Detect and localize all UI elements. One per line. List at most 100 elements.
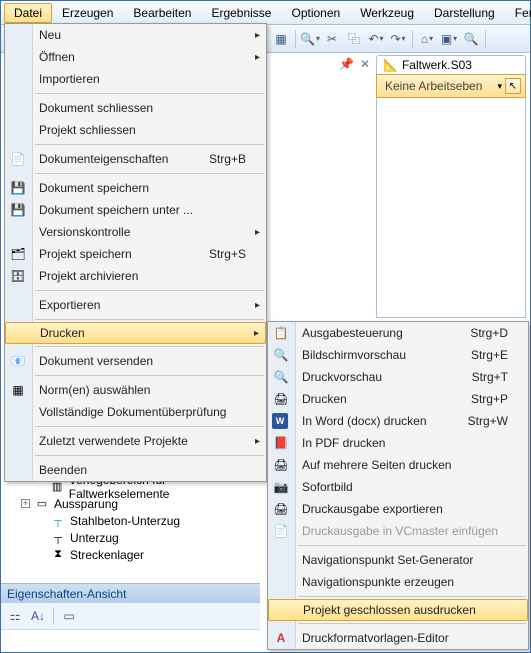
menu-optionen[interactable]: Optionen: [281, 3, 350, 23]
output-control-icon: 📋: [272, 324, 290, 342]
tree-label: Stahlbeton-Unterzug: [70, 514, 180, 528]
submenu-druckausgabe-exportieren[interactable]: 🖨 Druckausgabe exportieren: [268, 498, 528, 520]
menu-datei[interactable]: Datei: [4, 3, 52, 23]
properties-icon: 📄: [9, 150, 27, 168]
menu-item-oeffnen[interactable]: Öffnen▸: [5, 46, 266, 68]
submenu-in-word-drucken[interactable]: W In Word (docx) drucken Strg+W: [268, 410, 528, 432]
snapshot-icon: 📷: [272, 478, 290, 496]
menu-darstellung[interactable]: Darstellung: [424, 3, 505, 23]
toolbar-copy-icon[interactable]: ⿻: [344, 29, 364, 49]
submenu-arrow-icon: ▸: [255, 52, 260, 63]
pdf-icon: 📕: [272, 434, 290, 452]
menu-item-drucken[interactable]: Drucken▸: [5, 322, 266, 344]
props-page-icon[interactable]: ▭: [59, 606, 79, 626]
line-support-icon: ⧗: [50, 549, 66, 561]
menu-item-vollstaendige-dok[interactable]: Vollständige Dokumentüberprüfung: [5, 401, 266, 423]
toolbar-search-icon[interactable]: 🔍: [461, 29, 481, 49]
menu-fenster[interactable]: Fenster: [505, 3, 531, 23]
multi-page-icon: 🖨: [272, 456, 290, 474]
submenu-projekt-geschlossen-ausdrucken[interactable]: Projekt geschlossen ausdrucken: [268, 599, 528, 621]
opening-icon: ▭: [34, 498, 50, 510]
send-icon: 📧: [9, 352, 27, 370]
document-tab[interactable]: 📐 Faltwerk.S03: [376, 55, 526, 75]
menu-item-dokument-speichern-unter[interactable]: 💾 Dokument speichern unter ...: [5, 199, 266, 221]
document-canvas[interactable]: [376, 98, 526, 318]
tree-label: Aussparung: [54, 497, 118, 511]
tree-expand-icon[interactable]: +: [21, 499, 30, 508]
toolbar-grid-icon[interactable]: ▦: [271, 29, 291, 49]
toolbar-undo-icon[interactable]: ↶: [366, 29, 386, 49]
screen-preview-icon: 🔍: [272, 346, 290, 364]
submenu-navigationspunkt-set[interactable]: Navigationspunkt Set-Generator: [268, 549, 528, 571]
save-as-icon: 💾: [9, 201, 27, 219]
word-icon: W: [272, 413, 288, 429]
properties-body: [1, 629, 260, 652]
properties-panel-title: Eigenschaften-Ansicht: [1, 583, 260, 605]
submenu-ausgabesteuerung[interactable]: 📋 Ausgabesteuerung Strg+D: [268, 322, 528, 344]
menu-item-projekt-schliessen[interactable]: Projekt schliessen: [5, 119, 266, 141]
print-preview-icon: 🔍: [272, 368, 290, 386]
save-icon: 💾: [9, 179, 27, 197]
toolbar-redo-icon[interactable]: ↷: [388, 29, 408, 49]
submenu-arrow-icon: ▸: [255, 227, 260, 238]
props-categorize-icon[interactable]: ⚏: [5, 606, 25, 626]
panel-controls: 📌 ✕: [339, 57, 370, 71]
toolbar-view-icon[interactable]: ▣: [439, 29, 459, 49]
menu-item-dokument-speichern[interactable]: 💾 Dokument speichern: [5, 177, 266, 199]
tree-label: Unterzug: [70, 531, 119, 545]
submenu-navigationspunkte-erzeugen[interactable]: Navigationspunkte erzeugen: [268, 571, 528, 593]
tree-row[interactable]: ⧗ Streckenlager: [5, 546, 261, 563]
norm-icon: ▦: [9, 381, 27, 399]
menu-item-dokument-schliessen[interactable]: Dokument schliessen: [5, 97, 266, 119]
vcmaster-icon: 📄: [272, 522, 290, 540]
submenu-sofortbild[interactable]: 📷 Sofortbild: [268, 476, 528, 498]
menu-item-versionskontrolle[interactable]: Versionskontrolle▸: [5, 221, 266, 243]
tree-row[interactable]: ┬ Stahlbeton-Unterzug: [5, 512, 261, 529]
submenu-in-pdf-drucken[interactable]: 📕 In PDF drucken: [268, 432, 528, 454]
toolbar-home-icon[interactable]: ⌂: [417, 29, 437, 49]
menu-item-zuletzt-verwendete[interactable]: Zuletzt verwendete Projekte▸: [5, 430, 266, 452]
submenu-arrow-icon: ▸: [255, 30, 260, 41]
menu-erzeugen[interactable]: Erzeugen: [52, 3, 123, 23]
cursor-tool-button[interactable]: ↖: [505, 78, 521, 94]
submenu-arrow-icon: ▸: [255, 436, 260, 447]
submenu-druckformatvorlagen-editor[interactable]: A Druckformatvorlagen-Editor: [268, 627, 528, 649]
menu-item-projekt-archivieren[interactable]: 🗄 Projekt archivieren: [5, 265, 266, 287]
print-submenu: 📋 Ausgabesteuerung Strg+D 🔍 Bildschirmvo…: [267, 321, 529, 650]
document-tab-label: Faltwerk.S03: [402, 58, 472, 72]
workplane-label: Keine Arbeitseben: [381, 79, 497, 93]
menu-item-dokumenteigenschaften[interactable]: 📄 Dokumenteigenschaften Strg+B: [5, 148, 266, 170]
document-area: 📐 Faltwerk.S03 Keine Arbeitseben ▾ ↖: [376, 55, 526, 318]
workplane-selector[interactable]: Keine Arbeitseben ▾ ↖: [376, 74, 526, 98]
menu-item-projekt-speichern[interactable]: 🗂 Projekt speichern Strg+S: [5, 243, 266, 265]
export-print-icon: 🖨: [272, 500, 290, 518]
menu-item-dokument-versenden[interactable]: 📧 Dokument versenden: [5, 350, 266, 372]
pin-icon[interactable]: 📌: [339, 57, 354, 71]
chevron-down-icon: ▾: [497, 81, 502, 92]
archive-icon: 🗄: [9, 267, 27, 285]
submenu-druckvorschau[interactable]: 🔍 Druckvorschau Strg+T: [268, 366, 528, 388]
menu-ergebnisse[interactable]: Ergebnisse: [201, 3, 281, 23]
submenu-drucken[interactable]: 🖨 Drucken Strg+P: [268, 388, 528, 410]
submenu-bildschirmvorschau[interactable]: 🔍 Bildschirmvorschau Strg+E: [268, 344, 528, 366]
menu-item-importieren[interactable]: Importieren: [5, 68, 266, 90]
menu-item-beenden[interactable]: Beenden: [5, 459, 266, 481]
submenu-auf-mehrere-seiten[interactable]: 🖨 Auf mehrere Seiten drucken: [268, 454, 528, 476]
submenu-druckausgabe-vcmaster: 📄 Druckausgabe in VCmaster einfügen: [268, 520, 528, 542]
submenu-arrow-icon: ▸: [254, 328, 259, 339]
menu-item-normen-auswaehlen[interactable]: ▦ Norm(en) auswählen: [5, 379, 266, 401]
menu-bearbeiten[interactable]: Bearbeiten: [123, 3, 201, 23]
tree-label: Streckenlager: [70, 548, 144, 562]
beam-icon: ┬: [50, 515, 66, 527]
menu-item-exportieren[interactable]: Exportieren▸: [5, 294, 266, 316]
tree-row[interactable]: ┬ Unterzug: [5, 529, 261, 546]
template-editor-icon: A: [272, 629, 290, 647]
menu-item-neu[interactable]: Neu▸: [5, 24, 266, 46]
toolbar-cut-icon[interactable]: ✂: [322, 29, 342, 49]
properties-toolbar: ⚏ A↓ ▭: [1, 603, 260, 629]
props-sort-icon[interactable]: A↓: [28, 606, 48, 626]
close-icon[interactable]: ✕: [360, 57, 370, 71]
toolbar-zoom-in-icon[interactable]: 🔍: [300, 29, 320, 49]
menu-werkzeug[interactable]: Werkzeug: [350, 3, 424, 23]
beam-icon: ┬: [50, 532, 66, 544]
